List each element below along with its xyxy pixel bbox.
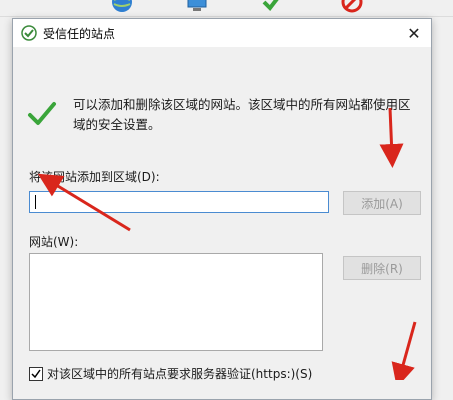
sites-label: 网站(W): xyxy=(29,235,79,249)
remove-button[interactable]: 删除(R) xyxy=(343,256,421,280)
trusted-sites-dialog: 受信任的站点 ✕ 可以添加和删除该区域的网站。该区域中的所有网站都使用区域的安全… xyxy=(12,18,432,400)
green-check-icon xyxy=(28,102,56,125)
close-icon: ✕ xyxy=(407,23,421,43)
dialog-body: 可以添加和删除该区域的网站。该区域中的所有网站都使用区域的安全设置。 将该网站添… xyxy=(13,47,431,399)
trusted-sites-icon xyxy=(21,25,37,41)
parent-window-icon-strip xyxy=(0,0,453,17)
dialog-title: 受信任的站点 xyxy=(43,27,116,41)
titlebar: 受信任的站点 ✕ xyxy=(13,19,431,47)
https-checkbox-label: 对该区域中的所有站点要求服务器验证(https:)(S) xyxy=(47,367,313,381)
sites-list[interactable] xyxy=(29,253,323,351)
add-button[interactable]: 添加(A) xyxy=(343,191,421,215)
checkmark-icon xyxy=(31,369,41,378)
check-icon[interactable] xyxy=(260,0,284,14)
close-button[interactable]: ✕ xyxy=(403,22,425,44)
https-checkbox[interactable] xyxy=(29,366,43,381)
info-text: 可以添加和删除该区域的网站。该区域中的所有网站都使用区域的安全设置。 xyxy=(73,97,411,132)
computer-icon[interactable] xyxy=(185,0,209,14)
add-site-label: 将该网站添加到区域(D): xyxy=(29,170,160,184)
globe-icon[interactable] xyxy=(110,0,134,14)
blocked-icon[interactable] xyxy=(340,0,364,14)
add-site-input[interactable] xyxy=(29,191,329,213)
text-caret xyxy=(35,195,36,209)
https-checkbox-row[interactable]: 对该区域中的所有站点要求服务器验证(https:)(S) xyxy=(29,365,312,382)
